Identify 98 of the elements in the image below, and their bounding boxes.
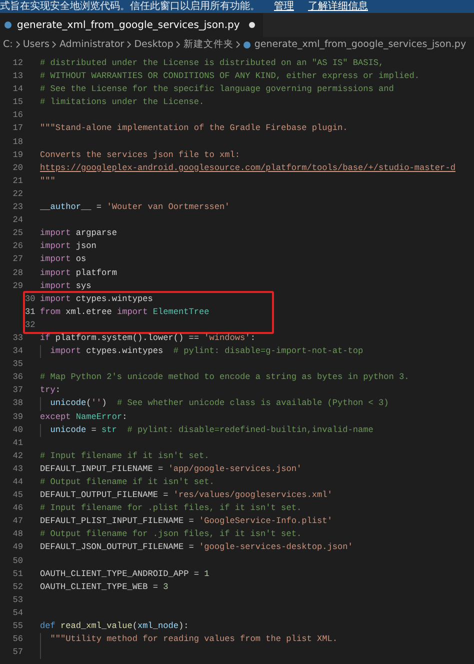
line-number: 29	[12, 280, 24, 293]
code-line: # See the License for the specific language governing permissions and	[40, 83, 394, 96]
code-line: import platform	[40, 266, 117, 280]
code-line: # WITHOUT WARRANTIES OR CONDITIONS OF ANY KIND, either express or implied.	[40, 70, 420, 84]
line-number: 27	[12, 253, 24, 266]
breadcrumb-item[interactable]: Administrator	[59, 39, 124, 50]
code-line: unicode('') # See whether unicode class is available (Python < 3)	[50, 397, 389, 410]
line-number: 42	[12, 450, 24, 463]
code-line: # distributed under the License is distributed on an "AS IS" BASIS,	[40, 57, 384, 70]
code-line: # Map Python 2's unicode method to encode a string as bytes in python 3.	[40, 371, 410, 384]
line-number: 13	[12, 70, 24, 84]
code-line: """Utility method for reading values from the plist XML.	[50, 633, 338, 646]
line-number: 56	[12, 633, 24, 646]
line-number: 46	[12, 502, 24, 516]
code-line: import json	[40, 240, 96, 254]
line-number: 25	[12, 227, 24, 240]
breadcrumb-item[interactable]: generate_xml_from_google_services_json.py	[254, 39, 466, 50]
chevron-icon	[236, 41, 240, 48]
banner-text: 式旨在实现安全地浏览代码。信任此窗口以启用所有功能。	[0, 0, 260, 13]
line-number: 30	[25, 292, 36, 306]
line-number: 23	[12, 201, 24, 214]
code-line: import sys	[40, 280, 92, 293]
line-number: 43	[12, 462, 24, 476]
line-number: 38	[12, 397, 24, 410]
code-line: """Stand-alone implementation of the Gradle Firebase plugin.	[40, 122, 348, 136]
line-number: 48	[12, 528, 24, 542]
line-number: 12	[12, 57, 24, 70]
line-number: 19	[12, 148, 24, 162]
line-number: 49	[12, 541, 24, 554]
line-number: 22	[12, 188, 24, 201]
line-number: 41	[12, 436, 24, 450]
code-line: Converts the services json file to xml:	[40, 148, 240, 162]
python-file-icon	[4, 21, 12, 29]
line-number: 18	[12, 136, 24, 149]
line-number: 35	[12, 358, 24, 372]
line-number: 50	[12, 554, 24, 568]
code-line: DEFAULT_OUTPUT_FILENAME = 'res/values/googleservices.xml'	[40, 489, 332, 502]
code-line: # Input filename for .plist files, if it isn't set.	[40, 502, 302, 516]
line-number: 32	[25, 318, 36, 332]
line-number: 55	[12, 620, 24, 634]
line-number: 24	[12, 214, 24, 228]
line-number: 45	[12, 489, 24, 502]
line-number: 20	[12, 162, 24, 175]
code-line: https://googleplex-android.googlesource.com/platform/tools/base/+/studio-master-d	[40, 162, 456, 175]
code-line: # Input filename if it isn't set.	[40, 450, 210, 463]
code-line: try:	[40, 384, 61, 398]
line-number: 28	[12, 266, 24, 280]
chevron-icon	[127, 41, 132, 48]
code-line: import ctypes.wintypes	[40, 292, 153, 306]
code-line: DEFAULT_JSON_OUTPUT_FILENAME = 'google-services-desktop.json'	[40, 541, 353, 554]
breadcrumb-item[interactable]: Users	[22, 39, 50, 50]
code-line: from xml.etree import ElementTree	[40, 306, 210, 319]
python-file-icon	[243, 40, 252, 48]
code-line: OAUTH_CLIENT_TYPE_WEB = 3	[40, 580, 168, 594]
line-number: 21	[12, 174, 24, 188]
breadcrumb-item[interactable]: 新建文件夹	[183, 38, 234, 51]
breadcrumb-item[interactable]: C:	[3, 39, 13, 50]
editor-tab[interactable]: generate_xml_from_google_services_json.py	[0, 13, 263, 37]
line-number: 44	[12, 476, 24, 489]
code-line: import os	[40, 253, 86, 266]
banner-link[interactable]: 管理	[274, 0, 294, 13]
code-line: # limitations under the License.	[40, 96, 204, 110]
line-number: 36	[12, 371, 24, 384]
code-line: """	[40, 174, 56, 188]
line-number: 34	[12, 345, 24, 358]
code-line: if platform.system().lower() == 'windows':	[40, 332, 256, 345]
code-line: __author__ = 'Wouter van Oortmerssen'	[40, 201, 230, 214]
code-line: except NameError:	[40, 410, 128, 424]
code-line: DEFAULT_PLIST_INPUT_FILENAME = 'GoogleService-Info.plist'	[40, 515, 332, 528]
chevron-icon	[176, 41, 180, 48]
line-number: 31	[25, 306, 36, 319]
line-number: 39	[12, 410, 24, 424]
code-line: unicode = str # pylint: disable=redefined-builtin,invalid-name	[50, 424, 374, 437]
line-number: 40	[12, 424, 24, 437]
chevron-icon	[16, 41, 20, 48]
code-line: OAUTH_CLIENT_TYPE_ANDROID_APP = 1	[40, 568, 210, 581]
line-number: 57	[12, 646, 24, 660]
line-number: 15	[12, 96, 24, 110]
line-number: 54	[12, 606, 24, 620]
line-number: 16	[12, 109, 24, 122]
code-line: # Output filename if it isn't set.	[40, 476, 214, 489]
chevron-icon	[52, 41, 56, 48]
code-line: import ctypes.wintypes # pylint: disable=g-import-not-at-top	[50, 345, 364, 358]
line-number: 47	[12, 515, 24, 528]
code-line: DEFAULT_INPUT_FILENAME = 'app/google-services.json'	[40, 462, 302, 476]
line-number: 14	[12, 83, 24, 96]
code-line: import argparse	[40, 227, 117, 240]
line-number: 52	[12, 580, 24, 594]
line-number: 51	[12, 568, 24, 581]
line-number: 26	[12, 240, 24, 254]
line-number: 33	[12, 332, 24, 345]
breadcrumb-item[interactable]: Desktop	[134, 39, 174, 50]
line-number: 37	[12, 384, 24, 398]
code-line: def read_xml_value(xml_node):	[40, 620, 189, 634]
line-number: 53	[12, 594, 24, 607]
code-line: # Output filename for .json files, if it isn't set.	[40, 528, 302, 542]
line-number: 17	[12, 122, 24, 136]
banner-link[interactable]: 了解详细信息	[308, 0, 368, 13]
